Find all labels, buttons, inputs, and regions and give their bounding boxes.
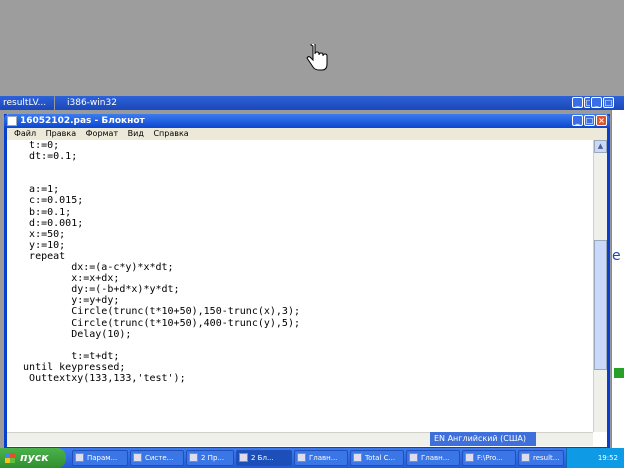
menu-format[interactable]: Формат [86, 129, 118, 138]
taskbar-item-label: Total C... [365, 454, 396, 462]
clock[interactable]: 19:52 [598, 454, 618, 462]
taskbar-item[interactable]: 2 Бл... [236, 450, 292, 466]
notepad-icon [239, 453, 248, 462]
folder-icon [189, 453, 198, 462]
language-label: EN Английский (США) [434, 434, 527, 443]
code-text[interactable]: t:=0; dt:=0.1; a:=1; c:=0.015; b:=0.1; d… [7, 140, 593, 384]
tab-label: i386-win32 [67, 98, 117, 108]
windows-flag-icon [5, 453, 15, 463]
console-icon [465, 453, 474, 462]
taskbar-item-label: F:\Pro... [477, 454, 503, 462]
minimize-icon[interactable]: _ [591, 97, 602, 108]
taskbar-item-label: result... [533, 454, 560, 462]
scroll-up-icon[interactable]: ▲ [594, 140, 607, 153]
menu-bar: Файл Правка Формат Вид Справка [7, 128, 607, 140]
browser-icon [297, 453, 306, 462]
taskbar-item[interactable]: Total C... [350, 450, 404, 466]
language-bar[interactable]: EN Английский (США) [430, 432, 536, 446]
background-window-tab-3[interactable]: _ □ [590, 96, 624, 110]
taskbar-item-label: Систе... [145, 454, 174, 462]
maximize-icon[interactable]: □ [584, 115, 595, 126]
tab-label: resultLV... [3, 98, 47, 108]
taskbar-item-label: 2 Пр... [201, 454, 225, 462]
taskbar-item-label: Главн... [421, 454, 450, 462]
text-editor-area[interactable]: t:=0; dt:=0.1; a:=1; c:=0.015; b:=0.1; d… [7, 140, 593, 432]
taskbar: пуск Парам... Систе... 2 Пр... 2 Бл... Г… [0, 448, 624, 468]
vertical-scrollbar[interactable]: ▲ [593, 140, 607, 432]
taskbar-item[interactable]: Главн... [406, 450, 460, 466]
notepad-title-bar[interactable]: 16052102.pas - Блокнот _ □ × [4, 114, 610, 128]
background-window-tab-1[interactable]: resultLV... [0, 96, 54, 110]
notepad-icon [7, 116, 17, 126]
taskbar-item-label: Парам... [87, 454, 118, 462]
close-icon[interactable]: × [596, 115, 607, 126]
maximize-icon[interactable]: □ [603, 97, 614, 108]
menu-edit[interactable]: Правка [46, 129, 76, 138]
start-label: пуск [20, 451, 49, 464]
total-commander-icon [353, 453, 362, 462]
menu-view[interactable]: Вид [128, 129, 144, 138]
taskbar-item-label: 2 Бл... [251, 454, 274, 462]
browser-icon [409, 453, 418, 462]
taskbar-item[interactable]: F:\Pro... [462, 450, 516, 466]
menu-file[interactable]: Файл [14, 129, 36, 138]
taskbar-item[interactable]: 2 Пр... [186, 450, 234, 466]
app-icon [133, 453, 142, 462]
taskbar-item[interactable]: Парам... [72, 450, 128, 466]
minimize-icon[interactable]: _ [572, 97, 583, 108]
taskbar-item-label: Главн... [309, 454, 338, 462]
menu-help[interactable]: Справка [153, 129, 188, 138]
start-button[interactable]: пуск [0, 448, 66, 468]
side-window-letter: e [612, 248, 621, 264]
hand-cursor-icon [306, 44, 328, 71]
minimize-icon[interactable]: _ [572, 115, 583, 126]
taskbar-item[interactable]: Главн... [294, 450, 348, 466]
folder-icon [521, 453, 530, 462]
window-title: 16052102.pas - Блокнот [20, 116, 145, 126]
app-icon [75, 453, 84, 462]
scroll-thumb[interactable] [594, 240, 607, 370]
taskbar-item[interactable]: Систе... [130, 450, 184, 466]
taskbar-item[interactable]: result... [518, 450, 564, 466]
go-arrow-icon[interactable] [614, 368, 624, 378]
background-window-sliver: e [611, 110, 624, 450]
system-tray: 19:52 [566, 448, 624, 468]
background-window-tab-2[interactable]: i386-win32 _□× [55, 96, 611, 110]
